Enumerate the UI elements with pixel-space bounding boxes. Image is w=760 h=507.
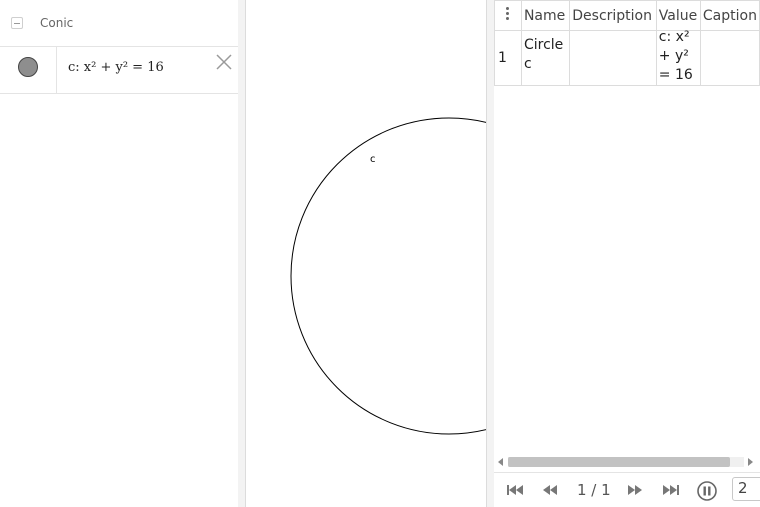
step-back-icon[interactable] xyxy=(540,482,560,498)
visibility-toggle-marble[interactable] xyxy=(18,57,38,77)
row-value-cell[interactable]: c: x² + y² = 16 xyxy=(655,29,701,86)
group-label: Conic xyxy=(40,16,74,30)
protocol-navigation-bar: 1 / 1 2 xyxy=(494,472,760,507)
close-icon[interactable] xyxy=(214,50,234,70)
column-menu-button[interactable] xyxy=(494,0,522,31)
algebra-item-definition[interactable]: c: x² + y² = 16 xyxy=(68,60,164,75)
row-name-line: c xyxy=(523,56,532,72)
circle-label: c xyxy=(370,154,376,165)
marble-cell xyxy=(0,46,57,93)
row-name-line: Circle xyxy=(523,37,564,53)
protocol-header-row: Name Description Value Caption xyxy=(494,0,760,31)
row-number: 1 xyxy=(494,30,522,86)
skip-last-icon[interactable] xyxy=(661,482,681,498)
step-counter: 1 / 1 xyxy=(577,481,611,499)
algebra-group-header: Conic xyxy=(0,0,238,47)
graphics-view[interactable]: c xyxy=(246,0,486,507)
animation-speed-input[interactable]: 2 xyxy=(732,477,760,501)
step-forward-icon[interactable] xyxy=(625,482,645,498)
scroll-right-arrow-icon[interactable] xyxy=(748,458,753,466)
scroll-left-arrow-icon[interactable] xyxy=(498,458,503,466)
view-divider[interactable] xyxy=(238,0,246,507)
row-name-cell[interactable]: Circle c xyxy=(520,30,571,86)
construction-protocol: Name Description Value Caption 1 Circle … xyxy=(494,0,760,507)
horizontal-scrollbar[interactable] xyxy=(494,454,760,470)
more-vertical-icon xyxy=(506,5,510,22)
skip-first-icon[interactable] xyxy=(505,482,525,498)
graphics-canvas[interactable]: c xyxy=(246,0,486,507)
column-header-value[interactable]: Value xyxy=(655,0,701,31)
row-description-cell[interactable] xyxy=(569,30,657,86)
row-value-line: + y² xyxy=(658,48,689,64)
row-value-line: c: x² xyxy=(658,29,690,45)
algebra-item-row[interactable]: c: x² + y² = 16 xyxy=(0,46,238,94)
column-header-name[interactable]: Name xyxy=(520,0,571,31)
view-divider[interactable] xyxy=(486,0,494,507)
row-value-line: = 16 xyxy=(658,67,693,83)
table-row[interactable]: 1 Circle c c: x² + y² = 16 xyxy=(494,29,760,86)
algebra-view: Conic c: x² + y² = 16 xyxy=(0,0,239,507)
pause-icon[interactable] xyxy=(697,481,717,501)
column-header-caption[interactable]: Caption xyxy=(699,0,760,31)
circle-c[interactable] xyxy=(290,117,486,435)
protocol-table: Name Description Value Caption 1 Circle … xyxy=(494,0,760,86)
scroll-thumb[interactable] xyxy=(508,457,730,467)
collapse-group-button[interactable] xyxy=(11,17,23,29)
row-caption-cell[interactable] xyxy=(699,30,760,86)
column-header-description[interactable]: Description xyxy=(569,0,657,31)
